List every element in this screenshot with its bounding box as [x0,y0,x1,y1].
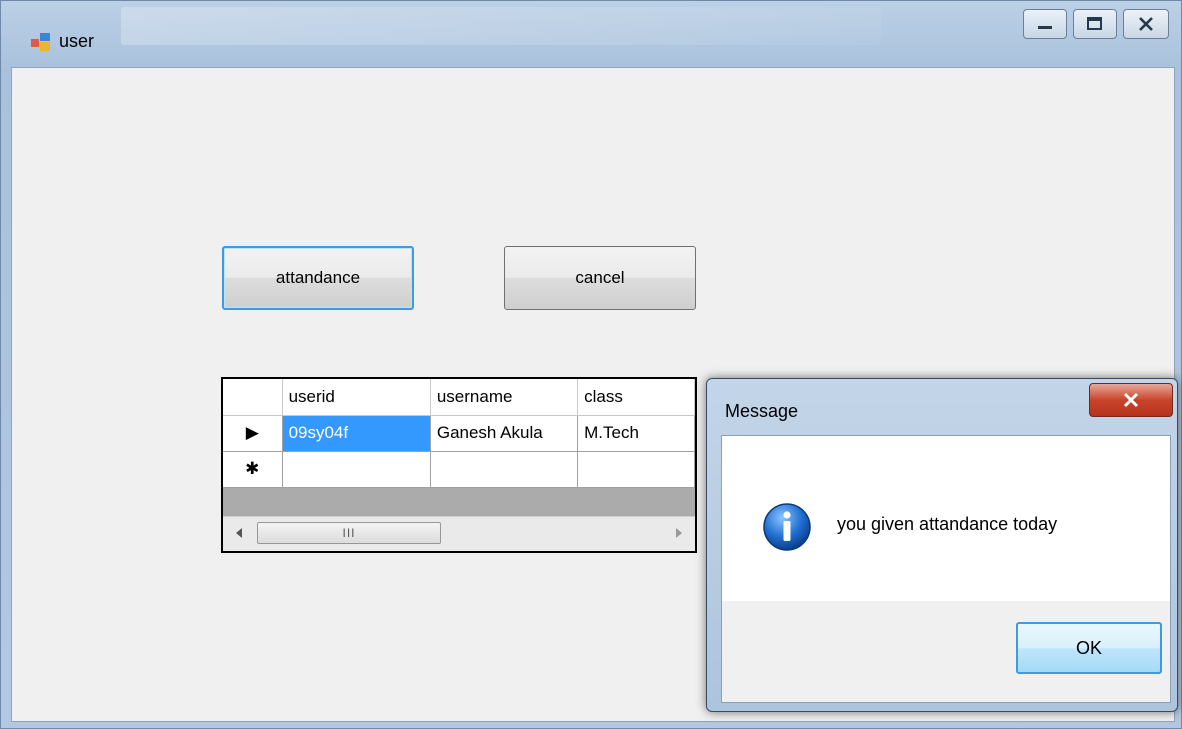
information-icon [763,503,811,551]
title-bar[interactable]: user [1,1,1181,67]
new-row[interactable]: ✱ [223,451,695,488]
column-header-username[interactable]: username [430,379,579,416]
dialog-message: you given attandance today [837,514,1058,534]
cell-class[interactable] [577,451,695,488]
close-icon [1139,17,1153,31]
maximize-icon [1087,17,1102,30]
minimize-button[interactable] [1023,9,1067,39]
maximize-button[interactable] [1073,9,1117,39]
arrow-right-icon [676,528,682,538]
arrow-left-icon [236,528,242,538]
cancel-button[interactable]: cancel [504,246,696,310]
ok-button[interactable]: OK [1016,622,1162,674]
app-icon [31,33,50,51]
current-row-indicator[interactable]: ▶ [223,415,283,452]
cell-userid[interactable] [282,451,431,488]
dialog-title: Message [725,401,799,421]
column-header-class[interactable]: class [577,379,695,416]
scrollbar-thumb[interactable]: III [257,522,441,544]
message-dialog: Message you given attandance today OK [706,378,1178,712]
grid-header-row: userid username class [223,379,695,416]
dialog-close-button[interactable] [1089,383,1173,417]
attendance-button[interactable]: attandance [222,246,414,310]
horizontal-scrollbar[interactable]: III [223,516,695,551]
table-row[interactable]: ▶ 09sy04f Ganesh Akula M.Tech [223,415,695,452]
close-button[interactable] [1123,9,1169,39]
cell-username[interactable]: Ganesh Akula [430,415,579,452]
new-row-indicator[interactable]: ✱ [223,451,283,488]
scroll-left-button[interactable] [231,525,247,541]
minimize-icon [1038,26,1052,29]
background-ghost-toolbar [121,7,881,45]
row-header-corner [223,379,283,416]
cell-class[interactable]: M.Tech [577,415,695,452]
dialog-body: you given attandance today OK [721,435,1171,703]
cell-username[interactable] [430,451,579,488]
window-title: user [59,31,95,51]
scrollbar-grip: III [342,526,356,540]
close-icon [1123,392,1139,408]
cell-userid[interactable]: 09sy04f [282,415,431,452]
column-header-userid[interactable]: userid [282,379,431,416]
user-data-grid[interactable]: userid username class ▶ 09sy04f Ganesh A… [221,377,697,553]
scroll-right-button[interactable] [671,525,687,541]
